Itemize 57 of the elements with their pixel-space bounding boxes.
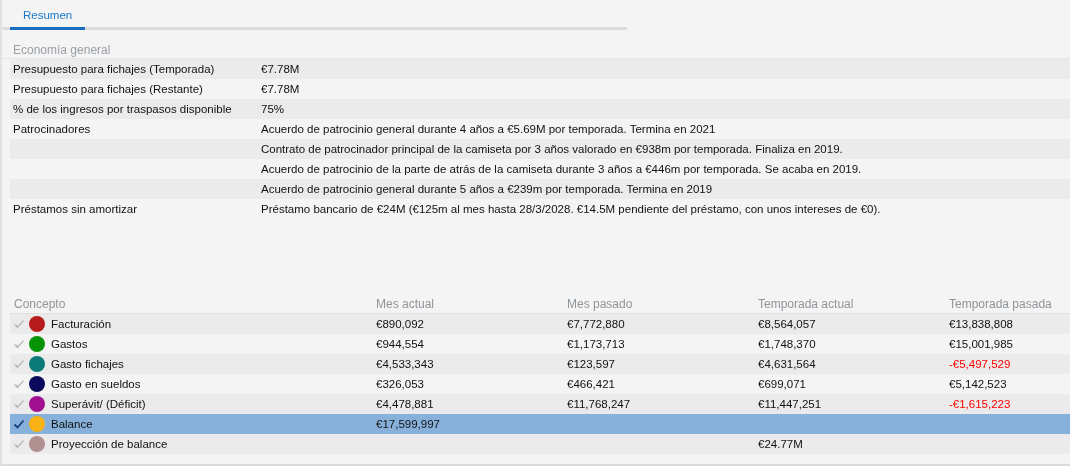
table-cell: €13,838,808	[949, 318, 1013, 330]
table-cell: €4,533,343	[376, 358, 434, 370]
row-value: Contrato de patrocinador principal de la camiseta por 3 años valorado en €938m por temporada. Finaliza en 2019.	[261, 143, 843, 155]
table-cell: €699,071	[758, 378, 806, 390]
table-cell: €944,554	[376, 338, 424, 350]
table-row[interactable]: Gastos €944,554 €1,173,713 €1,748,370 €15,001,985	[10, 334, 1070, 354]
table-cell: Balance	[51, 418, 93, 430]
row-value: Acuerdo de patrocinio de la parte de atrás de la camiseta durante 3 años a €446m por temporada. Se acaba en 2019.	[261, 163, 862, 175]
table-cell: Gasto en sueldos	[51, 378, 141, 390]
table-cell: €1,173,713	[567, 338, 625, 350]
checkmark-icon[interactable]	[13, 338, 25, 350]
table-cell: €5,142,523	[949, 378, 1007, 390]
table-cell: €15,001,985	[949, 338, 1013, 350]
table-row[interactable]: Gasto en sueldos €326,053 €466,421 €699,071 €5,142,523	[10, 374, 1070, 394]
table-cell: €11,768,247	[567, 398, 631, 410]
table-row[interactable]: Balance €17,599,997	[10, 414, 1070, 434]
table-cell: €326,053	[376, 378, 424, 390]
tab[interactable]: Resumen	[10, 9, 86, 30]
table-cell: €890,092	[376, 318, 424, 330]
table-cell: Gasto fichajes	[51, 358, 124, 370]
table-cell: €8,564,057	[758, 318, 816, 330]
table-cell: €466,421	[567, 378, 615, 390]
table-cell: €123,597	[567, 358, 615, 370]
table-row[interactable]: Facturación €890,092 €7,772,880 €8,564,057 €13,838,808	[10, 314, 1070, 334]
checkmark-icon[interactable]	[13, 398, 25, 410]
row-label: % de los ingresos por traspasos disponible	[12, 103, 233, 115]
row-label: Patrocinadores	[12, 123, 92, 135]
table-row[interactable]: Superávit/ (Déficit) €4,478,881 €11,768,247 €11,447,251 -€1,615,223	[10, 394, 1070, 414]
row-value: Préstamo bancario de €24M (€125m al mes hasta 28/3/2028. €14.5M pendiente del préstamo, con unos intereses de €0).	[261, 203, 881, 215]
row-label: Presupuesto para fichajes (Restante)	[12, 83, 204, 95]
checkmark-icon[interactable]	[13, 378, 25, 390]
table-cell: Facturación	[51, 318, 112, 330]
table-row[interactable]: Gasto fichajes €4,533,343 €123,597 €4,631,564 -€5,497,529	[10, 354, 1070, 374]
checkmark-icon[interactable]	[13, 318, 25, 330]
checkmark-icon[interactable]	[13, 438, 25, 450]
table-cell: €7,772,880	[567, 318, 625, 330]
row-value: €7.78M	[261, 83, 300, 95]
table-cell: Gastos	[51, 338, 88, 350]
table-cell: Superávit/ (Déficit)	[51, 398, 146, 410]
row-label: Préstamos sin amortizar	[12, 203, 138, 215]
row-value: 75%	[261, 103, 285, 115]
row-value: €7.78M	[261, 63, 300, 75]
row-value: Acuerdo de patrocinio general durante 5 años a €239m por temporada. Termina en 2019	[261, 183, 713, 195]
table-cell: €1,748,370	[758, 338, 816, 350]
table-cell: Proyección de balance	[51, 438, 168, 450]
table-cell: €11,447,251	[758, 398, 822, 410]
checkmark-icon[interactable]	[13, 358, 25, 370]
table-cell: €4,631,564	[758, 358, 816, 370]
table-cell: -€1,615,223	[949, 398, 1011, 410]
row-value: Acuerdo de patrocinio general durante 4 años a €5.69M por temporada. Termina en 2021	[261, 123, 716, 135]
checkmark-icon[interactable]	[13, 418, 25, 430]
table-cell: €4,478,881	[376, 398, 434, 410]
table-cell: €24.77M	[758, 438, 803, 450]
table-cell: -€5,497,529	[949, 358, 1011, 370]
table-cell: €17,599,997	[376, 418, 440, 430]
table-row[interactable]: Proyección de balance €24.77M	[10, 434, 1070, 454]
row-label: Presupuesto para fichajes (Temporada)	[12, 63, 216, 75]
